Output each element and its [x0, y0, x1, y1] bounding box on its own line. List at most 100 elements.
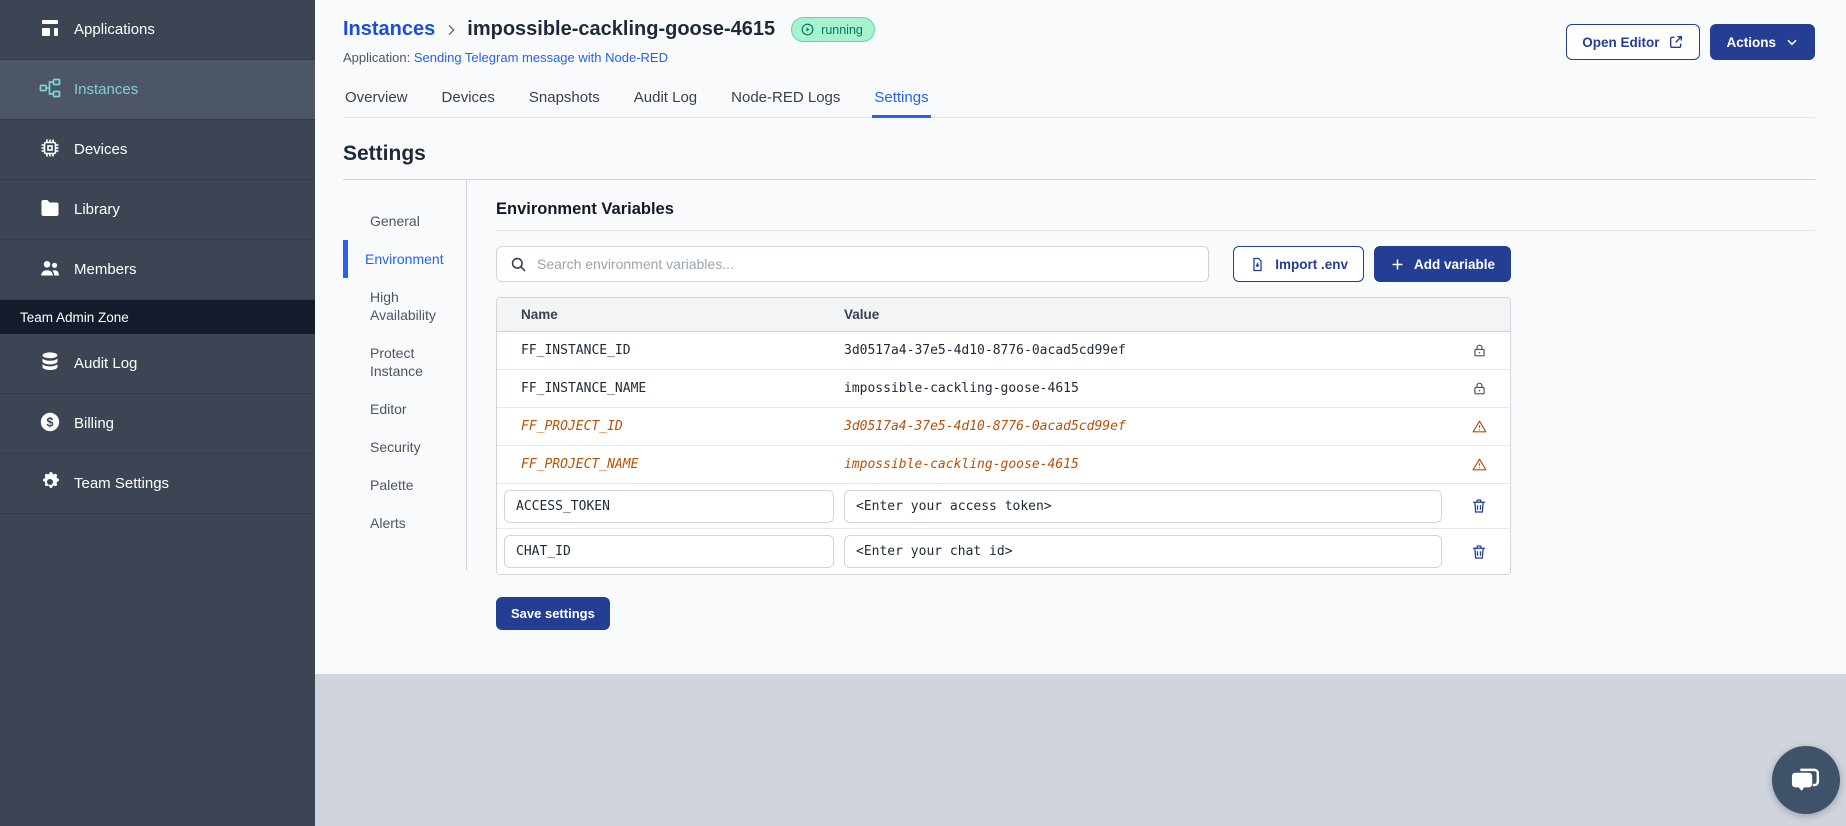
env-var-value: impossible-cackling-goose-4615 [844, 381, 1079, 396]
header-buttons: Open Editor Actions [1566, 17, 1815, 65]
chat-widget-button[interactable] [1772, 746, 1840, 814]
subnav-item-alerts[interactable]: Alerts [343, 504, 466, 542]
env-var-value-input[interactable] [844, 535, 1442, 568]
sidebar-item-label: Applications [74, 21, 155, 38]
gear-icon [38, 470, 62, 498]
warning-icon [1448, 456, 1510, 473]
settings-body: General Environment High Availability Pr… [343, 180, 1815, 630]
chat-icon [1788, 762, 1824, 798]
subnav-item-environment[interactable]: Environment [343, 240, 466, 278]
env-var-value-input[interactable] [844, 489, 1442, 523]
tab-settings[interactable]: Settings [872, 81, 931, 118]
external-link-icon [1668, 34, 1684, 50]
subnav-item-editor[interactable]: Editor [343, 390, 466, 428]
plus-icon [1390, 257, 1405, 272]
sidebar-item-audit-log[interactable]: Audit Log [0, 334, 315, 394]
env-var-value: 3d0517a4-37e5-4d10-8776-0acad5cd99ef [844, 343, 1126, 358]
open-editor-button[interactable]: Open Editor [1566, 24, 1701, 60]
section-title: Environment Variables [496, 200, 1815, 231]
search-box [496, 246, 1210, 282]
search-icon [509, 255, 528, 274]
play-circle-icon [800, 22, 815, 37]
library-icon [38, 196, 62, 224]
env-var-name-cell [497, 535, 844, 568]
sidebar-item-label: Instances [74, 81, 139, 98]
members-icon [38, 256, 62, 284]
trash-icon[interactable] [1448, 543, 1510, 561]
table-row [497, 529, 1510, 574]
save-settings-button[interactable]: Save settings [496, 597, 610, 630]
status-badge-label: running [821, 22, 863, 37]
env-var-name-input[interactable] [504, 535, 834, 568]
billing-icon: $ [38, 410, 62, 438]
status-badge: running [791, 17, 875, 42]
page-title: Settings [343, 142, 426, 165]
tab-devices[interactable]: Devices [440, 81, 497, 118]
subnav-item-general[interactable]: General [343, 202, 466, 240]
table-row [497, 484, 1510, 529]
table-row: FF_PROJECT_NAME impossible-cackling-goos… [497, 446, 1510, 484]
breadcrumb-instances-link[interactable]: Instances [343, 18, 435, 41]
main-panel: Instances impossible-cackling-goose-4615… [315, 0, 1846, 674]
sidebar-item-applications[interactable]: Applications [0, 0, 315, 60]
sidebar-item-label: Billing [74, 415, 115, 432]
instance-name: impossible-cackling-goose-4615 [467, 18, 776, 40]
sidebar-item-instances[interactable]: Instances [0, 60, 315, 120]
actions-label: Actions [1726, 34, 1776, 50]
add-variable-button[interactable]: Add variable [1373, 246, 1511, 282]
env-var-value: 3d0517a4-37e5-4d10-8776-0acad5cd99ef [844, 419, 1126, 434]
application-link[interactable]: Sending Telegram message with Node-RED [414, 50, 668, 65]
env-var-value-cell [844, 535, 1448, 568]
open-editor-label: Open Editor [1582, 34, 1660, 50]
env-var-name: FF_PROJECT_NAME [521, 457, 639, 472]
sidebar-item-label: Library [74, 201, 120, 218]
sidebar: Applications Instances Devices Library M… [0, 0, 315, 826]
environment-variables-body: Import .env Add variable Name Value [496, 246, 1511, 630]
search-input[interactable] [537, 256, 1197, 272]
document-download-icon [1249, 256, 1266, 273]
sidebar-item-label: Devices [74, 141, 128, 158]
column-header-name: Name [521, 307, 558, 322]
subnav-item-palette[interactable]: Palette [343, 466, 466, 504]
table-row: FF_INSTANCE_ID 3d0517a4-37e5-4d10-8776-0… [497, 332, 1510, 370]
tab-snapshots[interactable]: Snapshots [527, 81, 602, 118]
tab-node-red-logs[interactable]: Node-RED Logs [729, 81, 842, 118]
breadcrumb: Instances impossible-cackling-goose-4615… [343, 17, 875, 42]
subnav-item-protect-instance[interactable]: Protect Instance [343, 334, 466, 390]
sidebar-item-library[interactable]: Library [0, 180, 315, 240]
table-row: FF_PROJECT_ID 3d0517a4-37e5-4d10-8776-0a… [497, 408, 1510, 446]
import-env-label: Import .env [1275, 256, 1348, 272]
actions-button[interactable]: Actions [1710, 24, 1815, 60]
sidebar-item-billing[interactable]: $ Billing [0, 394, 315, 454]
sidebar-item-label: Audit Log [74, 355, 138, 372]
tab-audit-log[interactable]: Audit Log [632, 81, 699, 118]
sidebar-item-members[interactable]: Members [0, 240, 315, 300]
application-line: Application: Sending Telegram message wi… [343, 50, 875, 65]
page-header: Instances impossible-cackling-goose-4615… [343, 0, 1815, 65]
settings-subnav: General Environment High Availability Pr… [343, 180, 466, 630]
audit-log-icon [38, 350, 62, 378]
env-toolbar: Import .env Add variable [496, 246, 1511, 282]
env-var-name-input[interactable] [504, 489, 834, 523]
env-var-name: FF_PROJECT_ID [521, 419, 623, 434]
env-var-value-cell [844, 489, 1448, 523]
lock-icon [1448, 342, 1510, 359]
import-env-button[interactable]: Import .env [1233, 246, 1364, 282]
table-row: FF_INSTANCE_NAME impossible-cackling-goo… [497, 370, 1510, 408]
chevron-down-icon [1785, 35, 1799, 49]
subnav-item-high-availability[interactable]: High Availability [343, 278, 466, 334]
team-admin-zone-label: Team Admin Zone [0, 300, 315, 334]
tab-overview[interactable]: Overview [343, 81, 410, 118]
env-var-name-cell [497, 489, 844, 523]
subnav-item-security[interactable]: Security [343, 428, 466, 466]
svg-text:$: $ [47, 415, 54, 429]
instances-icon [38, 76, 62, 104]
instance-tabs: Overview Devices Snapshots Audit Log Nod… [343, 81, 1815, 118]
applications-icon [38, 16, 62, 44]
env-variables-table: Name Value FF_INSTANCE_ID 3d0517a4-37e5-… [496, 297, 1511, 575]
sidebar-item-label: Members [74, 261, 137, 278]
sidebar-item-devices[interactable]: Devices [0, 120, 315, 180]
sidebar-item-team-settings[interactable]: Team Settings [0, 454, 315, 514]
trash-icon[interactable] [1448, 497, 1510, 515]
table-header: Name Value [497, 298, 1510, 332]
